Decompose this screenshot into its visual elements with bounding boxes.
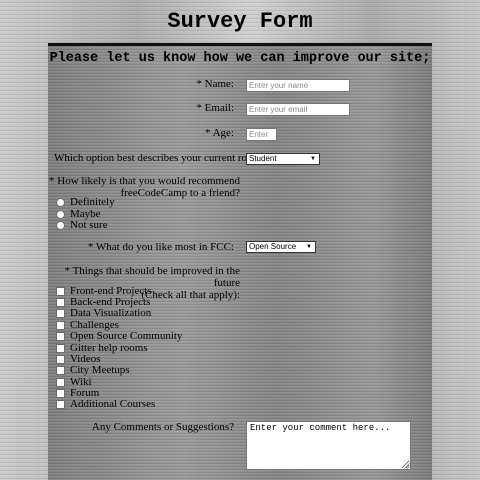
- improvement-option[interactable]: Additional Courses: [56, 398, 155, 410]
- role-label: Which option best describes your current…: [54, 152, 260, 164]
- recommend-option-not-sure[interactable]: Not sure: [56, 219, 108, 231]
- chevron-down-icon: ▼: [310, 156, 316, 162]
- email-label: * Email:: [196, 102, 234, 114]
- radio-button[interactable]: [56, 220, 65, 230]
- age-input[interactable]: [246, 128, 277, 141]
- name-input[interactable]: [246, 79, 350, 92]
- checkbox-label: Data Visualization: [70, 307, 152, 319]
- checkbox[interactable]: [56, 343, 65, 353]
- radio-button[interactable]: [56, 209, 65, 219]
- comments-label: Any Comments or Suggestions?: [91, 421, 234, 433]
- radio-label: Not sure: [70, 219, 108, 231]
- checkbox[interactable]: [56, 320, 65, 330]
- checkbox[interactable]: [56, 388, 65, 398]
- checkbox[interactable]: [56, 377, 65, 387]
- page-title: Survey Form: [167, 9, 313, 34]
- checkbox[interactable]: [56, 297, 65, 307]
- survey-form: Please let us know how we can improve ou…: [48, 43, 432, 480]
- checkbox-label: Additional Courses: [70, 398, 156, 410]
- email-input[interactable]: [246, 103, 350, 116]
- checkbox[interactable]: [56, 354, 65, 364]
- checkbox[interactable]: [56, 286, 65, 296]
- comments-textarea[interactable]: [246, 421, 411, 470]
- checkbox-label: Open Source Community: [70, 330, 183, 342]
- checkbox[interactable]: [56, 365, 65, 375]
- recommend-option-definitely[interactable]: Definitely: [56, 196, 115, 208]
- radio-button[interactable]: [56, 197, 65, 207]
- radio-label: Definitely: [70, 196, 115, 208]
- checkbox[interactable]: [56, 308, 65, 318]
- like-most-select[interactable]: Open Source ▼: [246, 241, 316, 253]
- improvement-option[interactable]: Data Visualization: [56, 307, 151, 319]
- chevron-down-icon: ▼: [306, 244, 312, 250]
- recommend-label-line1: * How likely is that you would recommend: [49, 175, 240, 187]
- checkbox[interactable]: [56, 399, 65, 409]
- like-most-label: * What do you like most in FCC:: [87, 241, 234, 253]
- improvement-option[interactable]: Open Source Community: [56, 330, 182, 342]
- role-select[interactable]: Student ▼: [246, 153, 320, 165]
- age-label: * Age:: [204, 127, 234, 139]
- improvement-option[interactable]: City Meetups: [56, 364, 130, 376]
- like-most-selected-value: Open Source: [249, 242, 297, 251]
- name-label: * Name:: [196, 78, 234, 90]
- form-heading: Please let us know how we can improve ou…: [49, 51, 431, 66]
- checkbox-label: City Meetups: [70, 364, 130, 376]
- role-selected-value: Student: [249, 154, 277, 163]
- checkbox[interactable]: [56, 331, 65, 341]
- page: { "page": { "title": "Survey Form" }, "f…: [0, 0, 480, 480]
